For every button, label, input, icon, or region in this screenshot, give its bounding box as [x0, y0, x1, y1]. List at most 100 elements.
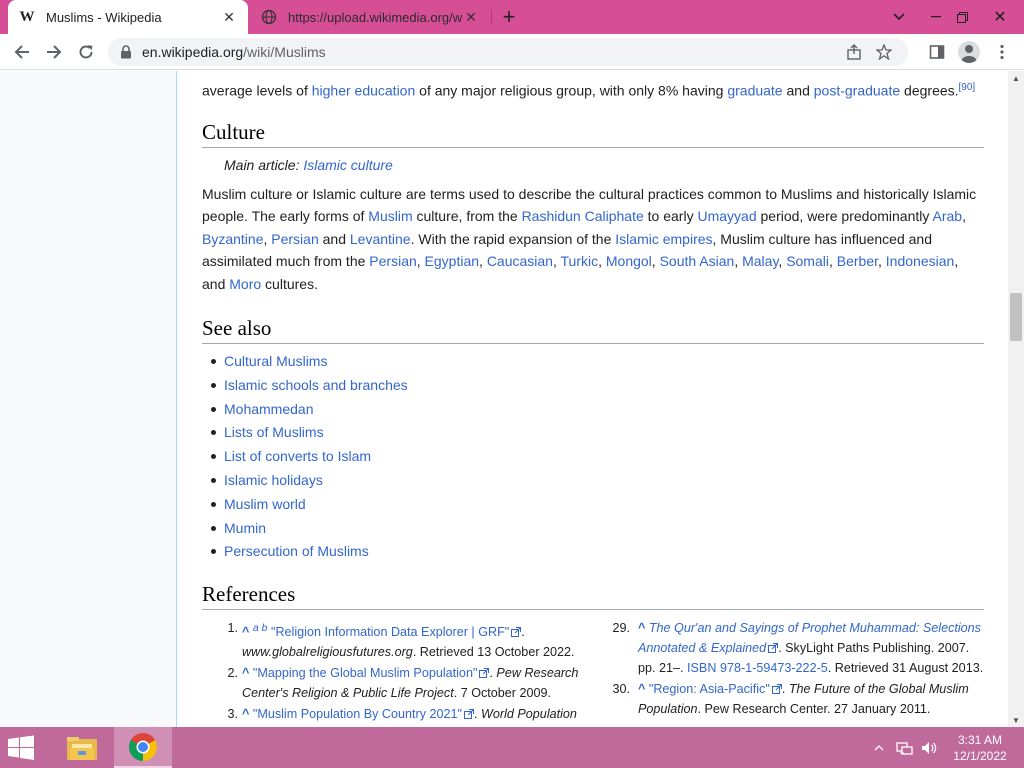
reload-icon[interactable]: [73, 39, 99, 65]
heading-culture: Culture: [202, 120, 984, 148]
file-explorer-icon[interactable]: [56, 727, 108, 768]
reference-link[interactable]: "Mapping the Global Muslim Population": [253, 666, 478, 680]
chrome-icon[interactable]: [114, 727, 172, 768]
link-lists-of-muslims[interactable]: Lists of Muslims: [224, 424, 324, 440]
link-malay[interactable]: Malay: [742, 253, 778, 269]
text-span: culture, from the: [412, 208, 522, 225]
restore-button[interactable]: [950, 0, 974, 34]
link-muslim[interactable]: Muslim: [368, 208, 412, 224]
minimize-button[interactable]: [922, 0, 950, 34]
link-muslim-world[interactable]: Muslim world: [224, 496, 306, 512]
see-also-list: Cultural Muslims Islamic schools and bran…: [211, 350, 408, 564]
tab-strip: W Muslims - Wikipedia ✕ https://upload.w…: [0, 0, 1024, 34]
backlink-caret[interactable]: ^: [242, 625, 249, 639]
external-link-icon: [768, 643, 779, 653]
tab-search-chevron-icon[interactable]: [886, 0, 912, 34]
isbn-link[interactable]: ISBN: [687, 661, 716, 675]
scroll-up-arrow-icon[interactable]: ▲: [1008, 71, 1024, 85]
bookmark-star-icon[interactable]: [875, 43, 893, 63]
side-panel-icon[interactable]: [924, 39, 950, 65]
references-column-left: 1. ^ a b "Religion Information Data Explo…: [224, 618, 584, 727]
new-tab-button[interactable]: +: [497, 4, 521, 29]
scroll-down-arrow-icon[interactable]: ▼: [1008, 713, 1024, 727]
link-mohammedan[interactable]: Mohammedan: [224, 401, 314, 417]
link-higher-education[interactable]: higher education: [312, 83, 416, 99]
link-caucasian[interactable]: Caucasian: [487, 253, 553, 269]
external-link-icon: [479, 668, 490, 679]
backlink-caret[interactable]: ^: [638, 621, 645, 635]
reference-link[interactable]: "Muslim Population By Country 2021": [253, 707, 462, 721]
reference-number: 29.: [612, 621, 630, 635]
link-egyptian[interactable]: Egyptian: [425, 253, 479, 269]
clock-time: 3:31 AM: [957, 733, 1003, 747]
reference-item: 1. ^ a b "Religion Information Data Explo…: [224, 618, 584, 662]
link-moro[interactable]: Moro: [229, 276, 261, 292]
link-indonesian[interactable]: Indonesian: [886, 253, 955, 269]
text-span: period, were predominantly: [756, 208, 933, 225]
tab-close-icon[interactable]: ✕: [220, 8, 238, 26]
windows-taskbar: 3:31 AM 12/1/2022: [0, 727, 1024, 768]
profile-avatar-icon[interactable]: [958, 41, 980, 63]
link-persian[interactable]: Persian: [271, 231, 318, 247]
link-berber[interactable]: Berber: [837, 253, 878, 269]
link-mongol[interactable]: Mongol: [606, 253, 652, 269]
link-arab[interactable]: Arab: [932, 208, 962, 224]
reference-text: .: [474, 707, 482, 722]
forward-arrow-icon[interactable]: [41, 39, 67, 65]
link-islamic-holidays[interactable]: Islamic holidays: [224, 472, 323, 488]
see-also-item: List of converts to Islam: [211, 445, 408, 469]
backlink-caret[interactable]: ^: [242, 707, 249, 721]
chrome-menu-icon[interactable]: [989, 39, 1015, 65]
link-mumin[interactable]: Mumin: [224, 520, 266, 536]
link-umayyad[interactable]: Umayyad: [697, 208, 756, 224]
link-list-of-converts-to-islam[interactable]: List of converts to Islam: [224, 448, 371, 464]
reference-text: .: [781, 682, 789, 696]
text-span: to early: [643, 208, 698, 225]
link-graduate[interactable]: graduate: [727, 83, 782, 99]
back-arrow-icon[interactable]: [9, 39, 35, 65]
text-span: ,: [734, 253, 743, 270]
tab-close-icon[interactable]: ✕: [462, 8, 480, 26]
backlink-caret[interactable]: ^: [242, 666, 249, 680]
link-rashidun-caliphate[interactable]: Rashidun Caliphate: [522, 208, 644, 224]
link-post-graduate[interactable]: post-graduate: [814, 83, 900, 99]
link-turkic[interactable]: Turkic: [561, 253, 599, 269]
windows-start-icon[interactable]: [6, 735, 38, 761]
taskbar-clock[interactable]: 3:31 AM 12/1/2022: [952, 732, 1008, 764]
link-islamic-culture[interactable]: Islamic culture: [303, 157, 392, 173]
reference-link[interactable]: "Region: Asia-Pacific": [649, 682, 770, 696]
link-persecution-of-muslims[interactable]: Persecution of Muslims: [224, 543, 369, 559]
citation-90[interactable]: [90]: [959, 82, 976, 93]
backlink-caret[interactable]: ^: [638, 682, 645, 696]
link-islamic-empires[interactable]: Islamic empires: [615, 231, 712, 247]
link-cultural-muslims[interactable]: Cultural Muslims: [224, 353, 327, 369]
tab-title: https://upload.wikimedia.org/wiki: [288, 9, 462, 25]
link-byzantine[interactable]: Byzantine: [202, 231, 263, 247]
page-scrollbar[interactable]: ▲ ▼: [1008, 71, 1024, 727]
network-icon[interactable]: [896, 727, 916, 768]
link-persian[interactable]: Persian: [369, 253, 416, 269]
share-icon[interactable]: [846, 44, 862, 63]
text-span: ,: [828, 253, 837, 270]
backref-letters[interactable]: a b: [253, 622, 268, 634]
reference-text: .: [521, 625, 525, 640]
volume-icon[interactable]: [920, 727, 940, 768]
text-span: cultures.: [261, 275, 318, 292]
address-bar[interactable]: en.wikipedia.org/wiki/Muslims: [108, 38, 908, 66]
show-hidden-icons-chevron-icon[interactable]: [874, 727, 888, 768]
see-also-item: Mumin: [211, 517, 408, 541]
scrollbar-thumb[interactable]: [1010, 293, 1022, 341]
link-levantine[interactable]: Levantine: [350, 231, 411, 247]
link-islamic-schools-and-branches[interactable]: Islamic schools and branches: [224, 377, 408, 393]
link-south-asian[interactable]: South Asian: [660, 253, 735, 269]
link-somali[interactable]: Somali: [786, 253, 829, 269]
wikipedia-favicon-icon: W: [19, 8, 35, 25]
text-span: ,: [878, 253, 886, 270]
tab-upload-wikimedia[interactable]: https://upload.wikimedia.org/wiki ✕: [250, 0, 490, 34]
reference-text: . Pew Research Center. 27 January 2011.: [697, 702, 931, 716]
reference-link[interactable]: "Religion Information Data Explorer | GR…: [271, 625, 509, 639]
close-window-button[interactable]: ✕: [986, 0, 1014, 34]
lock-icon[interactable]: [120, 45, 132, 59]
isbn-number-link[interactable]: 978-1-59473-222-5: [720, 661, 828, 675]
tab-muslims-wikipedia[interactable]: W Muslims - Wikipedia ✕: [8, 0, 248, 34]
